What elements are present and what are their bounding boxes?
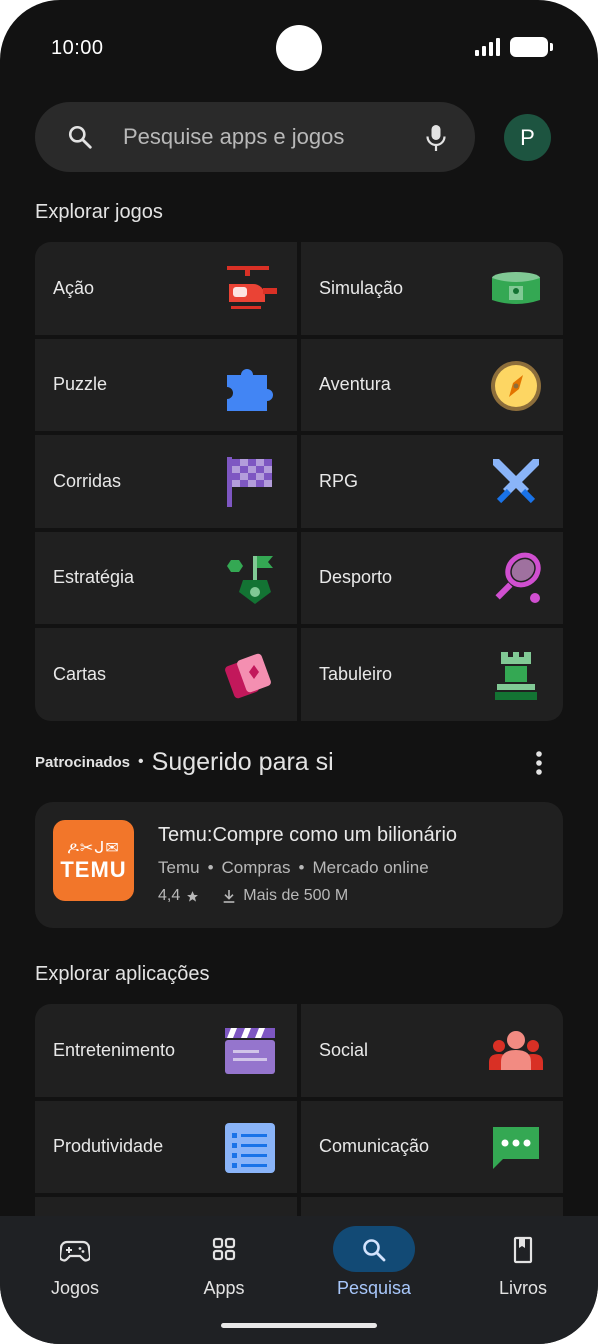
nav-item-jogos[interactable]: Jogos: [0, 1216, 150, 1326]
battery-icon: [510, 37, 553, 57]
chat-bubble-icon: [493, 1126, 539, 1169]
compass-icon: [491, 360, 541, 411]
nav-item-apps[interactable]: Apps: [149, 1216, 299, 1326]
sponsored-title: Sugerido para si: [151, 747, 334, 776]
nav-label: Pesquisa: [336, 1278, 412, 1298]
category-label: Produtividade: [53, 1136, 164, 1157]
games-section-title: Explorar jogos: [35, 201, 163, 223]
checklist-icon: [225, 1122, 275, 1173]
people-icon: [489, 1031, 543, 1070]
category-label: Puzzle: [53, 374, 108, 395]
account-avatar[interactable]: P: [504, 114, 551, 161]
app-category: Compras: [221, 858, 291, 877]
category-label: Entretenimento: [53, 1039, 176, 1060]
playing-cards-icon: [225, 653, 271, 699]
puzzle-piece-icon: [227, 368, 273, 411]
camera-cutout: [276, 25, 322, 71]
category-tile-rpg[interactable]: RPG: [301, 435, 563, 528]
category-label: Desporto: [319, 567, 393, 588]
search-bar[interactable]: [35, 102, 475, 172]
strategy-flag-icon: [227, 555, 273, 604]
category-label: Tabuleiro: [319, 663, 393, 684]
temu-logo-text: TEMU: [60, 856, 127, 882]
category-tile-cartas[interactable]: Cartas: [35, 628, 297, 721]
sponsored-app-card[interactable]: ዶ✂ᒍ✉ TEMU Temu:Compre como um bilionário…: [35, 802, 563, 928]
category-tile-produtividade[interactable]: Produtividade: [35, 1100, 297, 1193]
apps-section-title: Explorar aplicações: [35, 963, 210, 985]
search-icon: [363, 1239, 386, 1262]
separator-dot: •: [298, 858, 305, 877]
category-label: Corridas: [53, 470, 122, 491]
category-tile-comunicacao[interactable]: Comunicação: [301, 1100, 563, 1193]
separator-dot: •: [138, 753, 144, 770]
category-tile-tabuleiro[interactable]: Tabuleiro: [301, 628, 563, 721]
category-tile-simulacao[interactable]: Simulação: [301, 242, 563, 335]
clapperboard-icon: [225, 1028, 275, 1074]
games-category-grid: Ação Simulação Puzzle Aventura Corridas …: [35, 242, 563, 721]
category-label: Aventura: [319, 374, 391, 395]
download-icon: [223, 890, 235, 903]
chess-rook-icon: [495, 652, 537, 700]
microphone-icon[interactable]: [424, 124, 448, 152]
app-name: Temu:Compre como um bilionário: [158, 824, 458, 846]
app-rating: 4,4: [158, 887, 181, 904]
gamepad-icon: [60, 1240, 90, 1262]
category-tile-social[interactable]: Social: [301, 1004, 563, 1097]
category-label: Social: [319, 1039, 369, 1060]
category-tile-acao[interactable]: Ação: [35, 242, 297, 335]
temu-logo-marks: ዶ✂ᒍ✉: [67, 839, 120, 857]
phone-screen: 10:00 P Explorar jogos Ação: [0, 0, 598, 1344]
checkered-flag-icon: [227, 457, 272, 507]
tennis-racket-icon: [495, 552, 541, 603]
category-tile-desporto[interactable]: Desporto: [301, 531, 563, 624]
signal-icon: [475, 38, 500, 56]
category-tile-corridas[interactable]: Corridas: [35, 435, 297, 528]
category-label: RPG: [319, 470, 359, 491]
category-label: Comunicação: [319, 1136, 430, 1157]
nav-label: Livros: [498, 1278, 547, 1298]
status-bar: 10:00: [0, 0, 598, 96]
category-tile-estrategia[interactable]: Estratégia: [35, 531, 297, 624]
book-icon: [513, 1236, 533, 1264]
app-subcategory: Mercado online: [312, 858, 429, 877]
sponsored-header: Patrocinados • Sugerido para si: [35, 745, 563, 779]
app-stats: 4,4 Mais de 500 M: [158, 887, 348, 905]
nav-label: Apps: [203, 1278, 245, 1298]
apps-grid-icon: [212, 1237, 236, 1261]
status-icons: [475, 37, 553, 57]
helicopter-icon: [227, 266, 277, 309]
category-label: Ação: [53, 277, 95, 298]
nav-item-pesquisa[interactable]: Pesquisa: [299, 1216, 449, 1326]
category-label: Cartas: [53, 663, 107, 684]
search-icon: [68, 125, 92, 149]
crossed-swords-icon: [493, 459, 539, 504]
star-icon: [187, 890, 199, 902]
category-tile-aventura[interactable]: Aventura: [301, 338, 563, 431]
status-time: 10:00: [51, 37, 104, 59]
app-downloads: Mais de 500 M: [243, 887, 349, 904]
app-developer: Temu: [158, 858, 200, 877]
nav-item-livros[interactable]: Livros: [448, 1216, 598, 1326]
temu-logo: ዶ✂ᒍ✉ TEMU: [53, 820, 134, 901]
more-options-icon[interactable]: [532, 750, 546, 776]
nav-label: Jogos: [50, 1278, 100, 1298]
category-label: Estratégia: [53, 567, 135, 588]
search-input[interactable]: [123, 120, 413, 154]
separator-dot: •: [207, 858, 214, 877]
category-tile-entretenimento[interactable]: Entretenimento: [35, 1004, 297, 1097]
sponsored-tag: Patrocinados: [35, 753, 131, 771]
home-indicator[interactable]: [221, 1323, 377, 1328]
app-meta: Temu • Compras • Mercado online: [158, 858, 429, 878]
category-label: Simulação: [319, 277, 404, 298]
category-tile-puzzle[interactable]: Puzzle: [35, 338, 297, 431]
stadium-icon: [492, 272, 540, 304]
